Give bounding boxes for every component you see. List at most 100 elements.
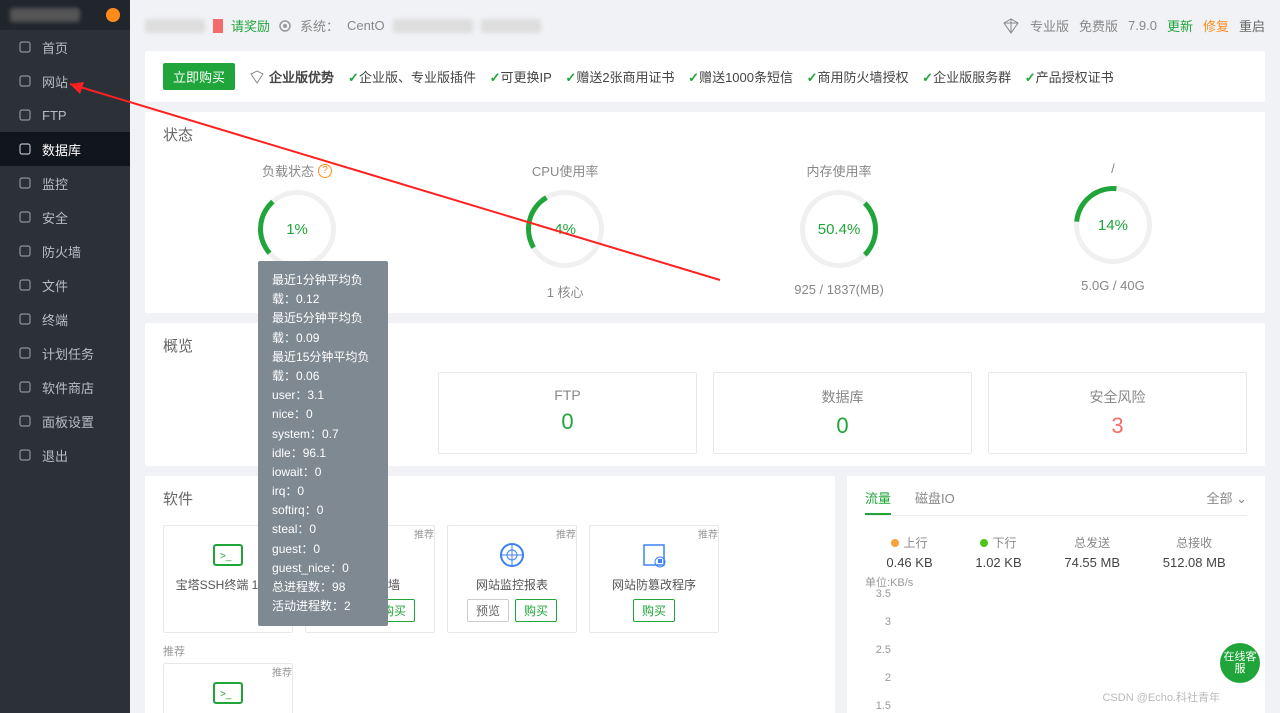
- dot-icon: [980, 539, 988, 547]
- sidebar-item-label: 首页: [42, 38, 68, 57]
- buy-now-button[interactable]: 立即购买: [163, 63, 235, 90]
- software-panel: 软件 >_宝塔SSH终端 1.0▶推荐WAF网站防火墙预览购买推荐网站监控报表预…: [145, 476, 835, 713]
- all-dropdown[interactable]: 全部 ⌄: [1206, 488, 1247, 507]
- system-value: CentO: [347, 18, 385, 33]
- firewall-icon: [18, 244, 32, 258]
- sidebar-item-monitor[interactable]: 监控: [0, 166, 130, 200]
- check-icon: ✓: [807, 70, 818, 85]
- promo-feature: 企业版、专业版插件: [359, 70, 476, 85]
- check-icon: ✓: [565, 70, 576, 85]
- diamond-icon: [249, 70, 265, 84]
- restart-link[interactable]: 重启: [1239, 16, 1265, 35]
- recommend-tag: 推荐: [414, 526, 434, 541]
- update-link[interactable]: 更新: [1167, 16, 1193, 35]
- sidebar-item-settings[interactable]: 面板设置: [0, 404, 130, 438]
- sidebar-item-firewall[interactable]: 防火墙: [0, 234, 130, 268]
- svg-text:>_: >_: [220, 689, 232, 700]
- help-icon[interactable]: ?: [318, 164, 332, 178]
- sidebar-item-label: 防火墙: [42, 242, 81, 261]
- software-card: 推荐网站防篡改程序购买: [589, 525, 719, 633]
- sw-icon: >_: [210, 678, 246, 708]
- promo-feature: 可更换IP: [500, 70, 551, 85]
- sidebar: 首页网站 FTP 数据库监控安全防火墙文件终端计划任务软件商店面板设置退出: [0, 0, 130, 713]
- gauge-sub: 5.0G / 40G: [1074, 278, 1152, 293]
- sidebar-logo: [0, 0, 130, 30]
- sidebar-item-cron[interactable]: 计划任务: [0, 336, 130, 370]
- main-content: 请奖励 系统： CentO 专业版 免费版 7.9.0 更新 修复 重启 立即购…: [130, 0, 1280, 713]
- sidebar-item-label: 计划任务: [42, 344, 94, 363]
- y-label: 2.5: [876, 644, 891, 656]
- overview-card[interactable]: FTP0: [438, 372, 697, 454]
- sidebar-item-label: 网站: [42, 72, 68, 91]
- sidebar-item-home[interactable]: 首页: [0, 30, 130, 64]
- gauge-ring[interactable]: 1%: [258, 190, 336, 268]
- repair-link[interactable]: 修复: [1203, 16, 1229, 35]
- watermark: CSDN @Echo.科社青年: [1102, 689, 1220, 705]
- check-icon: ✓: [490, 70, 501, 85]
- globe-icon: [18, 74, 32, 88]
- gauge-ring[interactable]: 50.4%: [800, 190, 878, 268]
- sidebar-item-shield[interactable]: 安全: [0, 200, 130, 234]
- settings-icon: [18, 414, 32, 428]
- logout-icon: [18, 448, 32, 462]
- sidebar-item-ftp[interactable]: FTP: [0, 98, 130, 132]
- gauge-label: 内存使用率: [794, 161, 884, 180]
- check-icon: ✓: [348, 70, 359, 85]
- promo-feature: 企业版服务群: [933, 70, 1011, 85]
- stat-value: 1.02 KB: [975, 555, 1021, 570]
- sw-购买-button[interactable]: 购买: [633, 599, 675, 622]
- sidebar-item-folder[interactable]: 文件: [0, 268, 130, 302]
- promo-title: 企业版优势: [249, 67, 334, 86]
- check-icon: ✓: [688, 70, 699, 85]
- promo-bar: 立即购买 企业版优势 ✓企业版、专业版插件 ✓可更换IP ✓赠送2张商用证书 ✓…: [145, 51, 1265, 102]
- terminal-icon: [18, 312, 32, 326]
- sidebar-item-terminal[interactable]: 终端: [0, 302, 130, 336]
- gauge-sub: 925 / 1837(MB): [794, 282, 884, 297]
- dot-icon: [891, 539, 899, 547]
- reward-link[interactable]: 请奖励: [231, 16, 270, 35]
- tab-diskio[interactable]: 磁盘IO: [915, 488, 955, 507]
- tab-traffic[interactable]: 流量: [865, 488, 891, 515]
- version: 7.9.0: [1128, 18, 1157, 33]
- promo-feature: 商用防火墙授权: [818, 70, 909, 85]
- sidebar-item-globe[interactable]: 网站: [0, 64, 130, 98]
- edition-free: 免费版: [1079, 16, 1118, 35]
- stat-label: 上行: [903, 534, 927, 551]
- sidebar-item-label: 监控: [42, 174, 68, 193]
- overview-card[interactable]: 安全风险 3: [988, 372, 1247, 454]
- traffic-stat: 总接收512.08 MB: [1163, 534, 1226, 570]
- promo-feature: 赠送1000条短信: [699, 70, 793, 85]
- gauge-ring[interactable]: 4%: [526, 190, 604, 268]
- traffic-panel: 流量 磁盘IO 全部 ⌄ 上行0.46 KB下行1.02 KB总发送74.55 …: [847, 476, 1265, 713]
- y-label: 3: [885, 616, 891, 628]
- sidebar-item-db[interactable]: 数据库: [0, 132, 130, 166]
- y-label: 1.5: [876, 700, 891, 712]
- gear-icon: [278, 19, 292, 33]
- topbar: 请奖励 系统： CentO 专业版 免费版 7.9.0 更新 修复 重启: [145, 10, 1265, 41]
- sidebar-item-label: 终端: [42, 310, 68, 329]
- sidebar-item-logout[interactable]: 退出: [0, 438, 130, 472]
- sw-icon: >_: [210, 540, 246, 570]
- sidebar-item-label: 面板设置: [42, 412, 94, 431]
- sidebar-item-store[interactable]: 软件商店: [0, 370, 130, 404]
- check-icon: ✓: [1025, 70, 1036, 85]
- edition-pro: 专业版: [1030, 16, 1069, 35]
- shield-icon: [18, 210, 32, 224]
- overview-card-label: 安全风险: [989, 387, 1246, 407]
- y-label: 2: [885, 672, 891, 684]
- sw-icon: [636, 540, 672, 570]
- overview-card-value: 3: [989, 413, 1246, 439]
- diamond-icon: [1002, 18, 1020, 34]
- support-fab[interactable]: 在线客服: [1220, 643, 1260, 683]
- db-icon: [18, 142, 32, 156]
- load-tooltip: 最近1分钟平均负载：0.12最近5分钟平均负载：0.09最近15分钟平均负载：0…: [258, 261, 388, 626]
- sw-购买-button[interactable]: 购买: [515, 599, 557, 622]
- status-panel: 状态 负载状态?1%最近1分钟平均负载：0.12最近5分钟平均负载：0.09最近…: [145, 112, 1265, 313]
- gauge-ring[interactable]: 14%: [1074, 186, 1152, 264]
- home-icon: [18, 40, 32, 54]
- sw-预览-button[interactable]: 预览: [467, 599, 509, 622]
- gauge-label: 负载状态?: [258, 161, 336, 180]
- overview-card[interactable]: 数据库0: [713, 372, 972, 454]
- sidebar-item-label: 数据库: [42, 140, 81, 159]
- sidebar-item-label: FTP: [42, 108, 67, 123]
